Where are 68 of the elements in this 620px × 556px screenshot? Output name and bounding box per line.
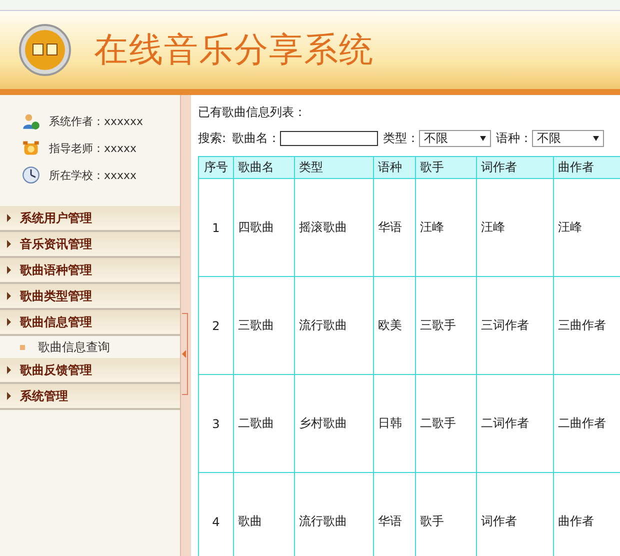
submenu-label: 歌曲信息查询	[38, 338, 110, 356]
menu-label: 音乐资讯管理	[20, 236, 92, 252]
table-cell: 三词作者	[476, 276, 554, 374]
field-label: 歌曲名：	[232, 130, 280, 147]
table-cell: 二词作者	[476, 374, 554, 472]
menu-label: 系统用户管理	[20, 210, 92, 226]
search-input-field[interactable]	[280, 131, 378, 146]
caret-icon	[7, 214, 11, 222]
clock-icon	[22, 166, 40, 184]
info-text: 所在学校：xxxxx	[49, 168, 137, 182]
table-cell: 三歌手	[416, 276, 476, 374]
dropdown[interactable]: 不限	[532, 130, 604, 147]
menu-header[interactable]: 系统用户管理	[0, 206, 180, 232]
menu-header[interactable]: 系统管理	[0, 384, 180, 410]
menu-header[interactable]: 歌曲语种管理	[0, 258, 180, 284]
menu-label: 歌曲信息管理	[20, 314, 92, 330]
list-heading: 已有歌曲信息列表：	[198, 104, 307, 121]
bullet-icon	[20, 344, 25, 350]
table-cell: 欧美	[374, 276, 416, 374]
table-cell: 四歌曲	[234, 178, 294, 276]
table-cell: 流行歌曲	[294, 276, 374, 374]
table-cell: 二歌曲	[234, 374, 294, 472]
table-cell: 4	[198, 472, 234, 556]
table-cell: 摇滚歌曲	[294, 178, 374, 276]
table-cell: 3	[198, 374, 234, 472]
menu-header[interactable]: 音乐资讯管理	[0, 232, 180, 258]
alarm-clock-icon	[22, 139, 40, 157]
dropdown-arrow-icon	[593, 136, 600, 141]
column-header: 序号	[198, 156, 234, 178]
menu-label: 歌曲类型管理	[20, 288, 92, 304]
caret-icon	[7, 240, 11, 248]
menu-header[interactable]: 歌曲信息管理	[0, 310, 180, 336]
dropdown-arrow-icon	[480, 136, 486, 141]
app-title: 在线音乐分享系统	[94, 29, 374, 72]
field-label: 语种：	[496, 130, 532, 147]
table-cell: 华语	[374, 178, 416, 276]
column-header: 词作者	[476, 156, 554, 178]
menu-header[interactable]: 歌曲类型管理	[0, 284, 180, 310]
table-cell: 1	[198, 178, 234, 276]
column-header: 类型	[294, 156, 374, 178]
table-cell: 二歌手	[416, 374, 476, 472]
column-header: 歌手	[416, 156, 476, 178]
table-cell: 汪峰	[416, 178, 476, 276]
table-cell: 日韩	[374, 374, 416, 472]
caret-icon	[7, 366, 11, 374]
menu-header[interactable]: 歌曲反馈管理	[0, 358, 180, 384]
logo-icon	[18, 23, 72, 77]
table-cell: 三歌曲	[234, 276, 294, 374]
field-label: 类型：	[383, 130, 420, 147]
submenu-item[interactable]: 歌曲信息查询	[0, 336, 180, 358]
table-cell: 汪峰	[476, 178, 554, 276]
caret-icon	[7, 392, 11, 400]
info-text: 系统作者：xxxxxx	[49, 114, 144, 128]
menu-label: 系统管理	[20, 388, 68, 404]
menu-label: 歌曲反馈管理	[20, 362, 92, 378]
menu-label: 歌曲语种管理	[20, 262, 92, 278]
search-label: 搜索:	[198, 130, 226, 147]
caret-icon	[7, 318, 11, 326]
table-cell: 乡村歌曲	[294, 374, 374, 472]
user-icon	[22, 112, 40, 130]
caret-icon	[7, 266, 11, 274]
info-text: 指导老师：xxxxx	[49, 140, 137, 156]
column-header: 曲作者	[554, 156, 620, 178]
caret-icon	[7, 292, 11, 300]
table-cell: 2	[198, 276, 234, 374]
dropdown[interactable]: 不限	[419, 130, 492, 147]
column-header: 语种	[374, 156, 416, 178]
column-header: 歌曲名	[234, 156, 294, 178]
